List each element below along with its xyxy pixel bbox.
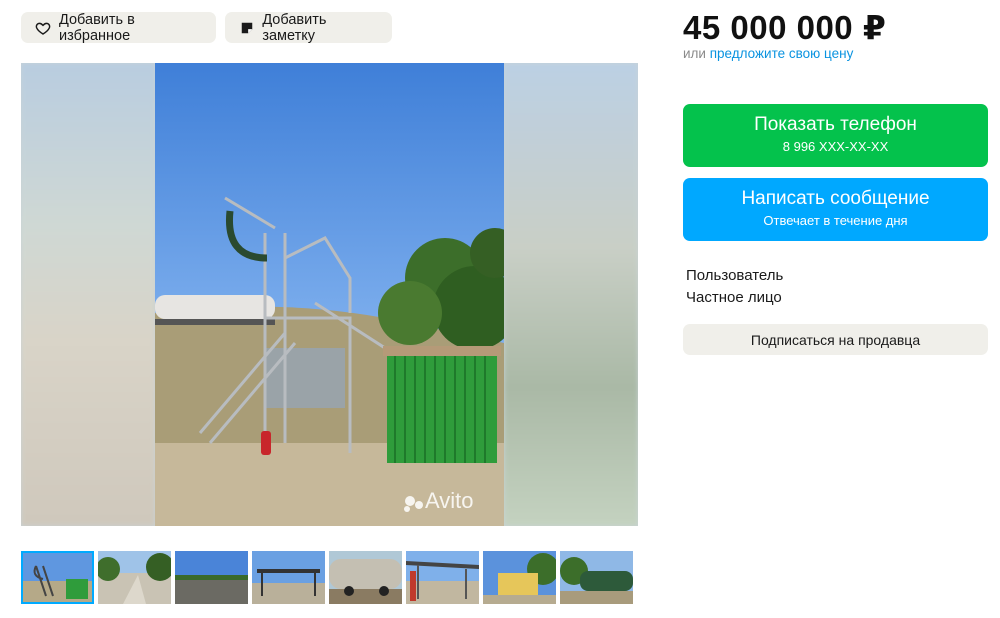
thumbnail-1[interactable] <box>21 551 94 604</box>
avito-watermark: Avito <box>425 488 474 513</box>
heart-icon <box>35 20 51 36</box>
seller-role: Пользователь <box>686 267 784 284</box>
seller-type: Частное лицо <box>686 289 782 306</box>
show-phone-label: Показать телефон <box>754 114 917 135</box>
photo-blur-right <box>504 63 638 526</box>
write-message-label: Написать сообщение <box>741 188 930 209</box>
offer-prefix: или <box>683 46 706 61</box>
subscribe-to-seller-button[interactable]: Подписаться на продавца <box>683 324 988 355</box>
response-time: Отвечает в течение дня <box>763 213 908 228</box>
thumbnail-strip <box>21 551 633 604</box>
add-note-label: Добавить заметку <box>262 11 327 44</box>
write-message-button[interactable]: Написать сообщение Отвечает в течение дн… <box>683 178 988 241</box>
show-phone-button[interactable]: Показать телефон 8 996 XXX-XX-XX <box>683 104 988 167</box>
add-to-favorites-label: Добавить в избранное <box>59 11 135 44</box>
photo-blur-left <box>21 63 155 526</box>
thumbnail-6[interactable] <box>406 551 479 604</box>
thumbnail-7[interactable] <box>483 551 556 604</box>
main-photo[interactable]: Avito <box>21 63 638 526</box>
price: 45 000 000 ₽ <box>683 9 887 46</box>
price-offer-line: или предложите свою цену <box>683 46 853 61</box>
thumbnail-4[interactable] <box>252 551 325 604</box>
phone-masked: 8 996 XXX-XX-XX <box>782 139 889 154</box>
thumbnail-8[interactable] <box>560 551 633 604</box>
offer-price-link[interactable]: предложите свою цену <box>710 46 854 61</box>
subscribe-label: Подписаться на продавца <box>750 331 921 348</box>
listing-photo: Avito <box>155 63 504 526</box>
thumbnail-5[interactable] <box>329 551 402 604</box>
thumbnail-2[interactable] <box>98 551 171 604</box>
add-note-button[interactable]: Добавить заметку <box>225 11 392 44</box>
add-to-favorites-button[interactable]: Добавить в избранное <box>21 11 216 44</box>
thumbnail-3[interactable] <box>175 551 248 604</box>
note-icon <box>239 20 254 36</box>
